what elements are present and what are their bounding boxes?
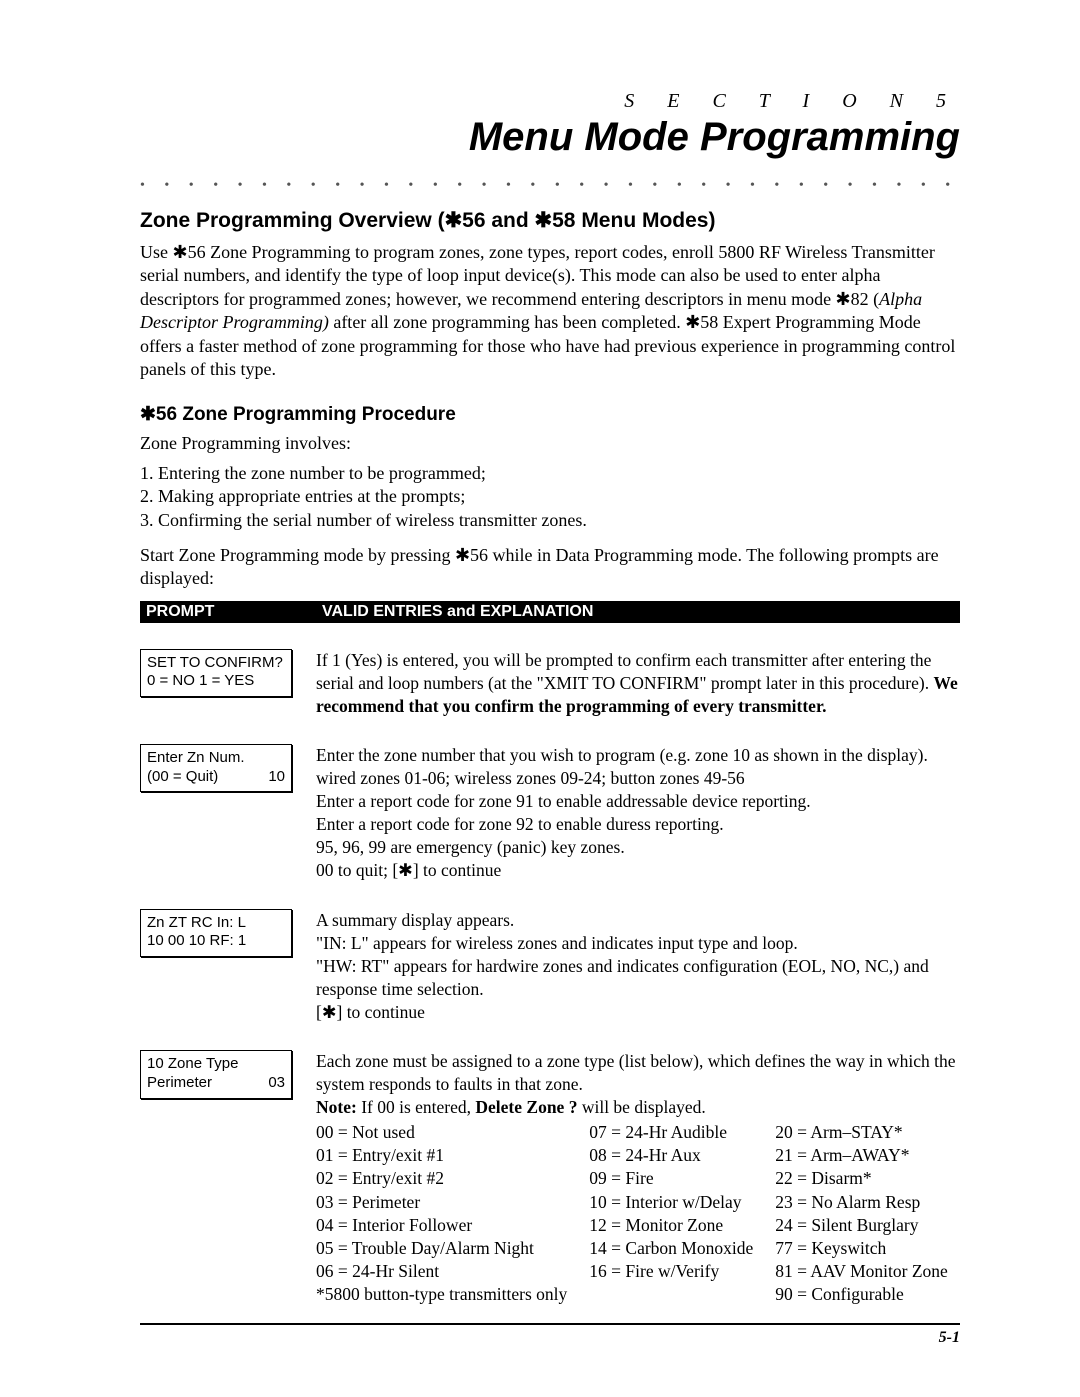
zone-type-col2: 07 = 24-Hr Audible 08 = 24-Hr Aux 09 = F… bbox=[589, 1121, 753, 1306]
prompt-row: Zn ZT RC In: L 10 00 10 RF: 1 A summary … bbox=[140, 909, 960, 1024]
lcd-line1: Enter Zn Num. bbox=[147, 749, 285, 768]
zone-type-col3: 20 = Arm–STAY* 21 = Arm–AWAY* 22 = Disar… bbox=[775, 1121, 948, 1306]
section-label: S E C T I O N 5 bbox=[140, 90, 960, 113]
procedure-step-1: 1. Entering the zone number to be progra… bbox=[140, 462, 960, 485]
prompt-row: SET TO CONFIRM? 0 = NO 1 = YES If 1 (Yes… bbox=[140, 649, 960, 718]
procedure-start: Start Zone Programming mode by pressing … bbox=[140, 544, 960, 591]
table-header: PROMPT VALID ENTRIES and EXPLANATION bbox=[140, 601, 960, 623]
lcd-display: 10 Zone Type Perimeter 03 bbox=[140, 1050, 292, 1099]
lcd-line1: 10 Zone Type bbox=[147, 1055, 285, 1074]
procedure-step-2: 2. Making appropriate entries at the pro… bbox=[140, 485, 960, 508]
prompt-cell: SET TO CONFIRM? 0 = NO 1 = YES bbox=[140, 649, 316, 698]
lcd-display: SET TO CONFIRM? 0 = NO 1 = YES bbox=[140, 649, 292, 698]
explanation-cell: Each zone must be assigned to a zone typ… bbox=[316, 1050, 960, 1306]
prompt-cell: Zn ZT RC In: L 10 00 10 RF: 1 bbox=[140, 909, 316, 958]
th-prompt: PROMPT bbox=[140, 601, 316, 623]
footer-rule bbox=[140, 1323, 960, 1325]
prompt-cell: 10 Zone Type Perimeter 03 bbox=[140, 1050, 316, 1099]
lcd-line2: 0 = NO 1 = YES bbox=[147, 672, 285, 691]
th-valid: VALID ENTRIES and EXPLANATION bbox=[316, 601, 960, 623]
zone-type-col1: 00 = Not used 01 = Entry/exit #1 02 = En… bbox=[316, 1121, 567, 1306]
overview-text-a: Use ✱56 Zone Programming to program zone… bbox=[140, 242, 935, 309]
lcd-display: Zn ZT RC In: L 10 00 10 RF: 1 bbox=[140, 909, 292, 958]
lcd-line1: Zn ZT RC In: L bbox=[147, 914, 285, 933]
heading-procedure: ✱56 Zone Programming Procedure bbox=[140, 403, 960, 426]
explanation-cell: A summary display appears. "IN: L" appea… bbox=[316, 909, 960, 1024]
lcd-line2: 10 00 10 RF: 1 bbox=[147, 932, 285, 951]
zone-type-list: 00 = Not used 01 = Entry/exit #1 02 = En… bbox=[316, 1121, 960, 1306]
lcd-line2: Perimeter 03 bbox=[147, 1074, 285, 1093]
procedure-step-3: 3. Confirming the serial number of wirel… bbox=[140, 509, 960, 532]
page-footer: 5-1 bbox=[140, 1323, 960, 1347]
page: S E C T I O N 5 Menu Mode Programming • … bbox=[0, 0, 1080, 1397]
prompt-row: 10 Zone Type Perimeter 03 Each zone must… bbox=[140, 1050, 960, 1306]
lcd-line2: (00 = Quit) 10 bbox=[147, 768, 285, 787]
overview-paragraph: Use ✱56 Zone Programming to program zone… bbox=[140, 241, 960, 381]
page-number: 5-1 bbox=[140, 1329, 960, 1347]
lcd-display: Enter Zn Num. (00 = Quit) 10 bbox=[140, 744, 292, 793]
lcd-line1: SET TO CONFIRM? bbox=[147, 654, 285, 673]
divider-dots: • • • • • • • • • • • • • • • • • • • • … bbox=[140, 178, 960, 194]
procedure-intro: Zone Programming involves: bbox=[140, 432, 960, 455]
prompt-cell: Enter Zn Num. (00 = Quit) 10 bbox=[140, 744, 316, 793]
heading-overview: Zone Programming Overview (✱56 and ✱58 M… bbox=[140, 208, 960, 233]
prompt-row: Enter Zn Num. (00 = Quit) 10 Enter the z… bbox=[140, 744, 960, 883]
explanation-cell: Enter the zone number that you wish to p… bbox=[316, 744, 960, 883]
page-title: Menu Mode Programming bbox=[140, 115, 960, 160]
explanation-cell: If 1 (Yes) is entered, you will be promp… bbox=[316, 649, 960, 718]
